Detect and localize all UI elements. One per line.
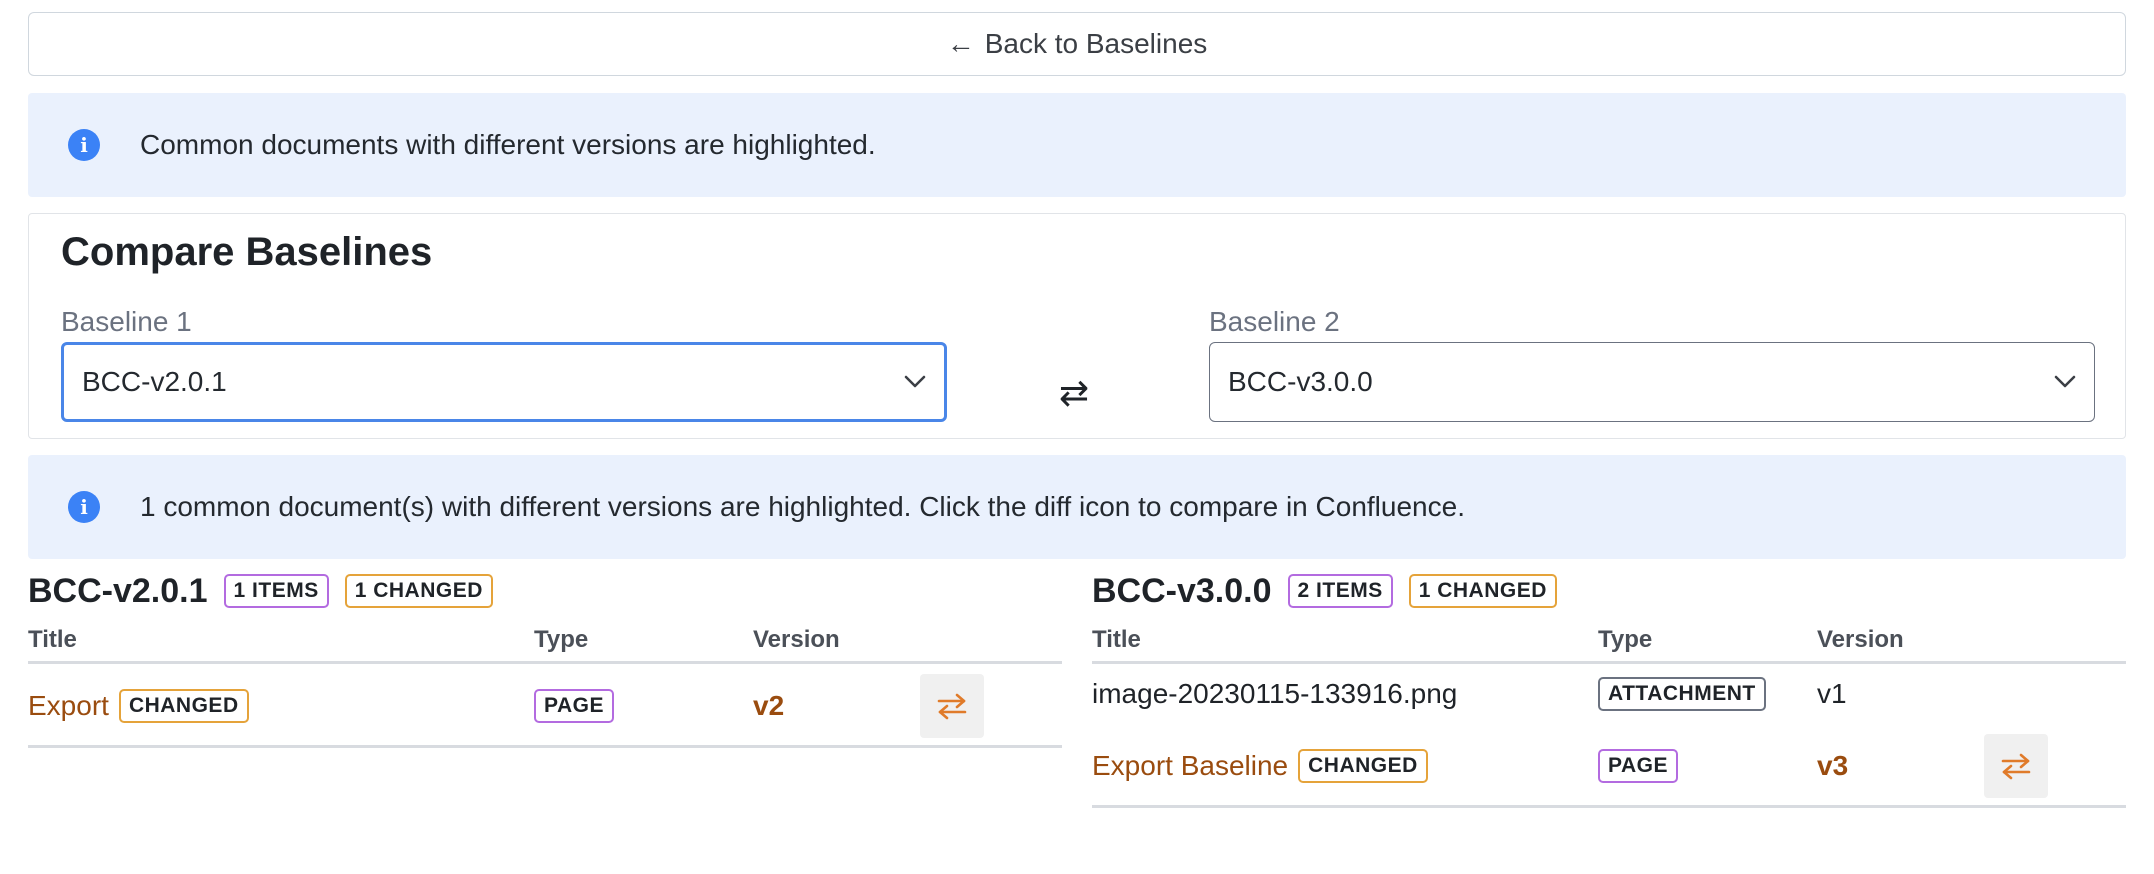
column-title: Title: [1092, 626, 1141, 653]
back-to-baselines-button[interactable]: ← Back to Baselines: [28, 12, 2126, 76]
table-row: Export CHANGED PAGE v2: [28, 664, 1062, 748]
column-title: Title: [28, 626, 77, 653]
compare-baselines-card: Compare Baselines Baseline 1 BCC-v2.0.1 …: [28, 213, 2126, 439]
info-icon: i: [68, 129, 100, 161]
document-title: image-20230115-133916.png: [1092, 678, 1458, 709]
chevron-down-icon: [904, 371, 926, 393]
baseline1-select[interactable]: BCC-v2.0.1: [61, 342, 947, 422]
baseline1-value: BCC-v2.0.1: [82, 366, 227, 397]
document-title-link[interactable]: Export Baseline: [1092, 750, 1288, 782]
info-banner-bottom: i 1 common document(s) with different ve…: [28, 455, 2126, 559]
table-row: Export Baseline CHANGED PAGE v3: [1092, 724, 2126, 808]
column-type: Type: [534, 626, 589, 653]
table-row: image-20230115-133916.png ATTACHMENT v1: [1092, 664, 2126, 724]
compare-title: Compare Baselines: [61, 230, 433, 274]
info-banner-text: Common documents with different versions…: [140, 129, 876, 160]
changed-count-badge: 1 CHANGED: [1408, 574, 1557, 608]
baseline2-label: Baseline 2: [1209, 306, 1340, 337]
baseline2-select[interactable]: BCC-v3.0.0: [1209, 342, 2095, 422]
panel-baseline-name: BCC-v2.0.1: [28, 571, 208, 610]
changed-badge: CHANGED: [1298, 749, 1428, 783]
column-version: Version: [753, 626, 840, 653]
baseline1-label: Baseline 1: [61, 306, 192, 337]
panel-baseline-name: BCC-v3.0.0: [1092, 571, 1272, 610]
column-type: Type: [1598, 626, 1653, 653]
table-header: Title Type Version: [28, 620, 1062, 664]
version-value: v2: [753, 690, 785, 721]
version-value: v1: [1817, 678, 1847, 709]
version-value: v3: [1817, 750, 1849, 781]
baseline1-panel: BCC-v2.0.1 1 ITEMS 1 CHANGED Title Type …: [28, 570, 1062, 748]
diff-icon: [2001, 753, 2031, 780]
info-banner-text: 1 common document(s) with different vers…: [140, 491, 1465, 522]
arrow-left-icon: ←: [946, 28, 975, 59]
info-icon: i: [68, 491, 100, 523]
table-header: Title Type Version: [1092, 620, 2126, 664]
column-version: Version: [1817, 626, 1904, 653]
baseline2-panel: BCC-v3.0.0 2 ITEMS 1 CHANGED Title Type …: [1092, 570, 2126, 808]
items-count-badge: 1 ITEMS: [223, 574, 329, 608]
diff-button[interactable]: [1984, 734, 2048, 798]
items-count-badge: 2 ITEMS: [1287, 574, 1393, 608]
changed-count-badge: 1 CHANGED: [344, 574, 493, 608]
type-badge: PAGE: [534, 689, 614, 723]
chevron-down-icon: [2054, 371, 2076, 393]
document-title-link[interactable]: Export: [28, 690, 109, 722]
changed-badge: CHANGED: [118, 689, 249, 723]
baseline2-value: BCC-v3.0.0: [1228, 366, 1373, 397]
diff-button[interactable]: [920, 674, 984, 738]
info-banner-top: i Common documents with different versio…: [28, 93, 2126, 197]
type-badge: PAGE: [1598, 749, 1678, 783]
type-badge: ATTACHMENT: [1598, 677, 1766, 711]
swap-baselines-icon[interactable]: ⇄: [1059, 372, 1089, 414]
diff-icon: [937, 693, 967, 720]
back-button-label: Back to Baselines: [984, 28, 1208, 59]
